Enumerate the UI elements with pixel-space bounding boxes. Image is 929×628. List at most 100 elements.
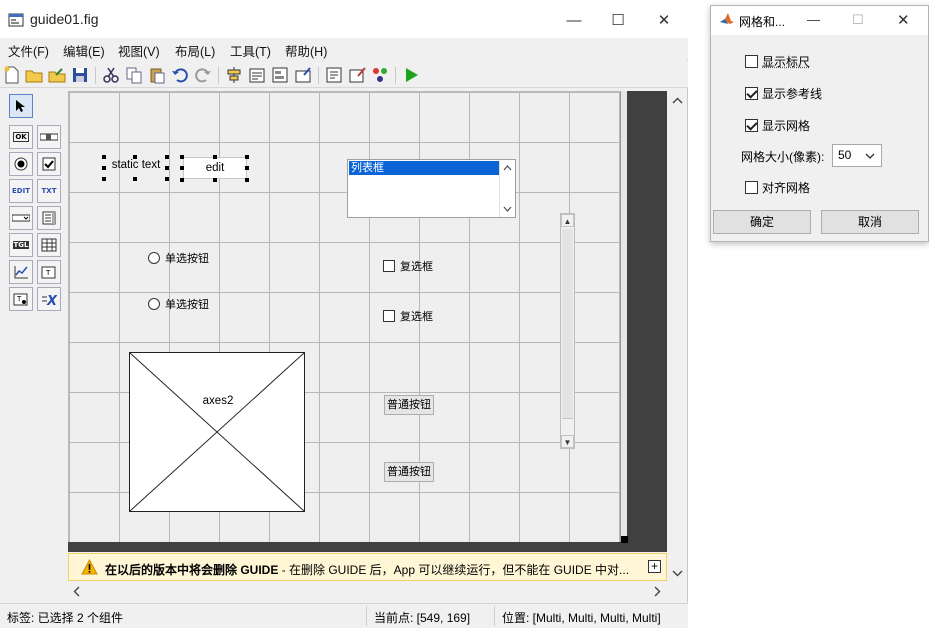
selection-handle[interactable] [102, 155, 106, 159]
selection-handle[interactable] [245, 155, 249, 159]
maximize-button[interactable]: ☐ [606, 8, 630, 32]
menu-tools[interactable]: 工具(T) [230, 41, 271, 60]
push-button-1[interactable]: 普通按钮 [384, 395, 434, 415]
window-title: guide01.fig [30, 11, 99, 27]
show-grid-checkbox[interactable]: 显示网格 [745, 117, 810, 134]
dialog-title-bar: 网格和... — ☐ ✕ [711, 6, 928, 35]
title-bar: guide01.fig — ☐ ✕ [0, 0, 688, 38]
slider-down-arrow-icon[interactable]: ▼ [561, 435, 574, 448]
axes-component[interactable]: axes2 [129, 352, 305, 512]
cut-icon[interactable] [102, 66, 120, 84]
selection-handle[interactable] [165, 155, 169, 159]
palette-panel[interactable]: T [37, 260, 61, 284]
editor-icon[interactable] [325, 66, 343, 84]
open-folder-icon[interactable] [25, 66, 43, 84]
checkbox-square-icon [383, 260, 395, 272]
toolbar-editor-icon[interactable] [294, 66, 312, 84]
menu-layout[interactable]: 布局(L) [175, 41, 215, 60]
svg-text:X: X [46, 294, 57, 306]
slider-thumb[interactable] [562, 229, 573, 419]
checkbox-1[interactable]: 复选框 [383, 258, 433, 274]
menu-edit[interactable]: 编辑(E) [63, 41, 105, 60]
palette-activex[interactable]: X [37, 287, 61, 311]
edit-text-component[interactable]: edit [183, 157, 247, 179]
window-vertical-scrollbar[interactable] [668, 91, 687, 582]
show-guides-checkbox[interactable]: 显示参考线 [745, 85, 822, 102]
warning-expand-button[interactable]: + [648, 560, 661, 573]
save-icon[interactable] [71, 66, 89, 84]
radio-button-1[interactable]: 单选按钮 [148, 250, 209, 266]
slider-component[interactable]: ▲ ▼ [560, 213, 575, 449]
palette-static-text[interactable]: TXT [37, 179, 61, 203]
selection-handle[interactable] [165, 177, 169, 181]
palette-axes[interactable] [9, 260, 33, 284]
paste-icon[interactable] [148, 66, 166, 84]
menu-editor-icon[interactable] [248, 66, 266, 84]
copy-icon[interactable] [125, 66, 143, 84]
redo-icon[interactable] [194, 66, 212, 84]
property-inspector-icon[interactable] [348, 66, 366, 84]
listbox-component[interactable]: 列表框 [347, 159, 516, 218]
push-button-2[interactable]: 普通按钮 [384, 462, 434, 482]
palette-select-tool[interactable] [9, 94, 33, 118]
selection-handle[interactable] [245, 178, 249, 182]
palette-slider[interactable] [37, 125, 61, 149]
palette-listbox[interactable] [37, 206, 61, 230]
open-recent-icon[interactable] [48, 66, 66, 84]
menu-view[interactable]: 视图(V) [118, 41, 160, 60]
palette-popup-menu[interactable] [9, 206, 33, 230]
snap-to-grid-checkbox[interactable]: 对齐网格 [745, 179, 810, 196]
palette-table[interactable] [37, 233, 61, 257]
minimize-button[interactable]: — [562, 8, 586, 32]
selection-handle[interactable] [245, 166, 249, 170]
close-button[interactable]: ✕ [652, 8, 676, 32]
selection-handle[interactable] [180, 178, 184, 182]
palette-radiobutton[interactable] [9, 152, 33, 176]
grid-size-select[interactable]: 50 [832, 144, 882, 167]
radio-icon [14, 157, 28, 171]
figure-resize-handle[interactable] [621, 536, 628, 543]
axes-label: axes2 [202, 395, 234, 407]
ok-button[interactable]: 确定 [713, 210, 811, 234]
canvas-background-bottom [68, 542, 667, 552]
selection-handle[interactable] [133, 177, 137, 181]
dialog-close-button[interactable]: ✕ [897, 11, 910, 29]
palette-button-group[interactable]: T [9, 287, 33, 311]
selection-handle[interactable] [165, 166, 169, 170]
show-rulers-checkbox[interactable]: 显示标尺 [745, 53, 810, 70]
listbox-selected-item[interactable]: 列表框 [349, 161, 499, 175]
listbox-scrollbar[interactable] [499, 160, 515, 217]
window-horizontal-scrollbar[interactable] [68, 583, 667, 600]
toolbar-separator [95, 67, 96, 84]
menu-help[interactable]: 帮助(H) [285, 41, 327, 60]
selection-handle[interactable] [213, 155, 217, 159]
align-objects-icon[interactable] [225, 66, 243, 84]
selection-handle[interactable] [180, 155, 184, 159]
menu-file[interactable]: 文件(F) [8, 41, 49, 60]
new-file-icon[interactable] [3, 66, 21, 84]
selection-handle[interactable] [213, 178, 217, 182]
static-text-component[interactable]: static text [106, 157, 166, 175]
dialog-minimize-button[interactable]: — [807, 12, 820, 27]
edit-text-icon: EDIT [12, 187, 30, 195]
cancel-button[interactable]: 取消 [821, 210, 919, 234]
tab-order-editor-icon[interactable] [271, 66, 289, 84]
run-icon[interactable] [402, 66, 420, 84]
undo-icon[interactable] [171, 66, 189, 84]
palette-edit-text[interactable]: EDIT [9, 179, 33, 203]
palette-toggle-button[interactable]: TGL [9, 233, 33, 257]
toolbar-separator [218, 67, 219, 84]
palette-checkbox[interactable] [37, 152, 61, 176]
slider-up-arrow-icon[interactable]: ▲ [561, 214, 574, 227]
selection-handle[interactable] [180, 166, 184, 170]
snap-to-grid-label: 对齐网格 [762, 181, 811, 195]
selection-handle[interactable] [102, 177, 106, 181]
radio-button-2[interactable]: 单选按钮 [148, 296, 209, 312]
checkbox-2[interactable]: 复选框 [383, 308, 433, 324]
palette-pushbutton[interactable]: OK [9, 125, 33, 149]
selection-handle[interactable] [133, 155, 137, 159]
toolbar-separator [318, 67, 319, 84]
checkbox-unchecked-icon [745, 181, 758, 194]
object-browser-icon[interactable] [371, 66, 389, 84]
selection-handle[interactable] [102, 166, 106, 170]
